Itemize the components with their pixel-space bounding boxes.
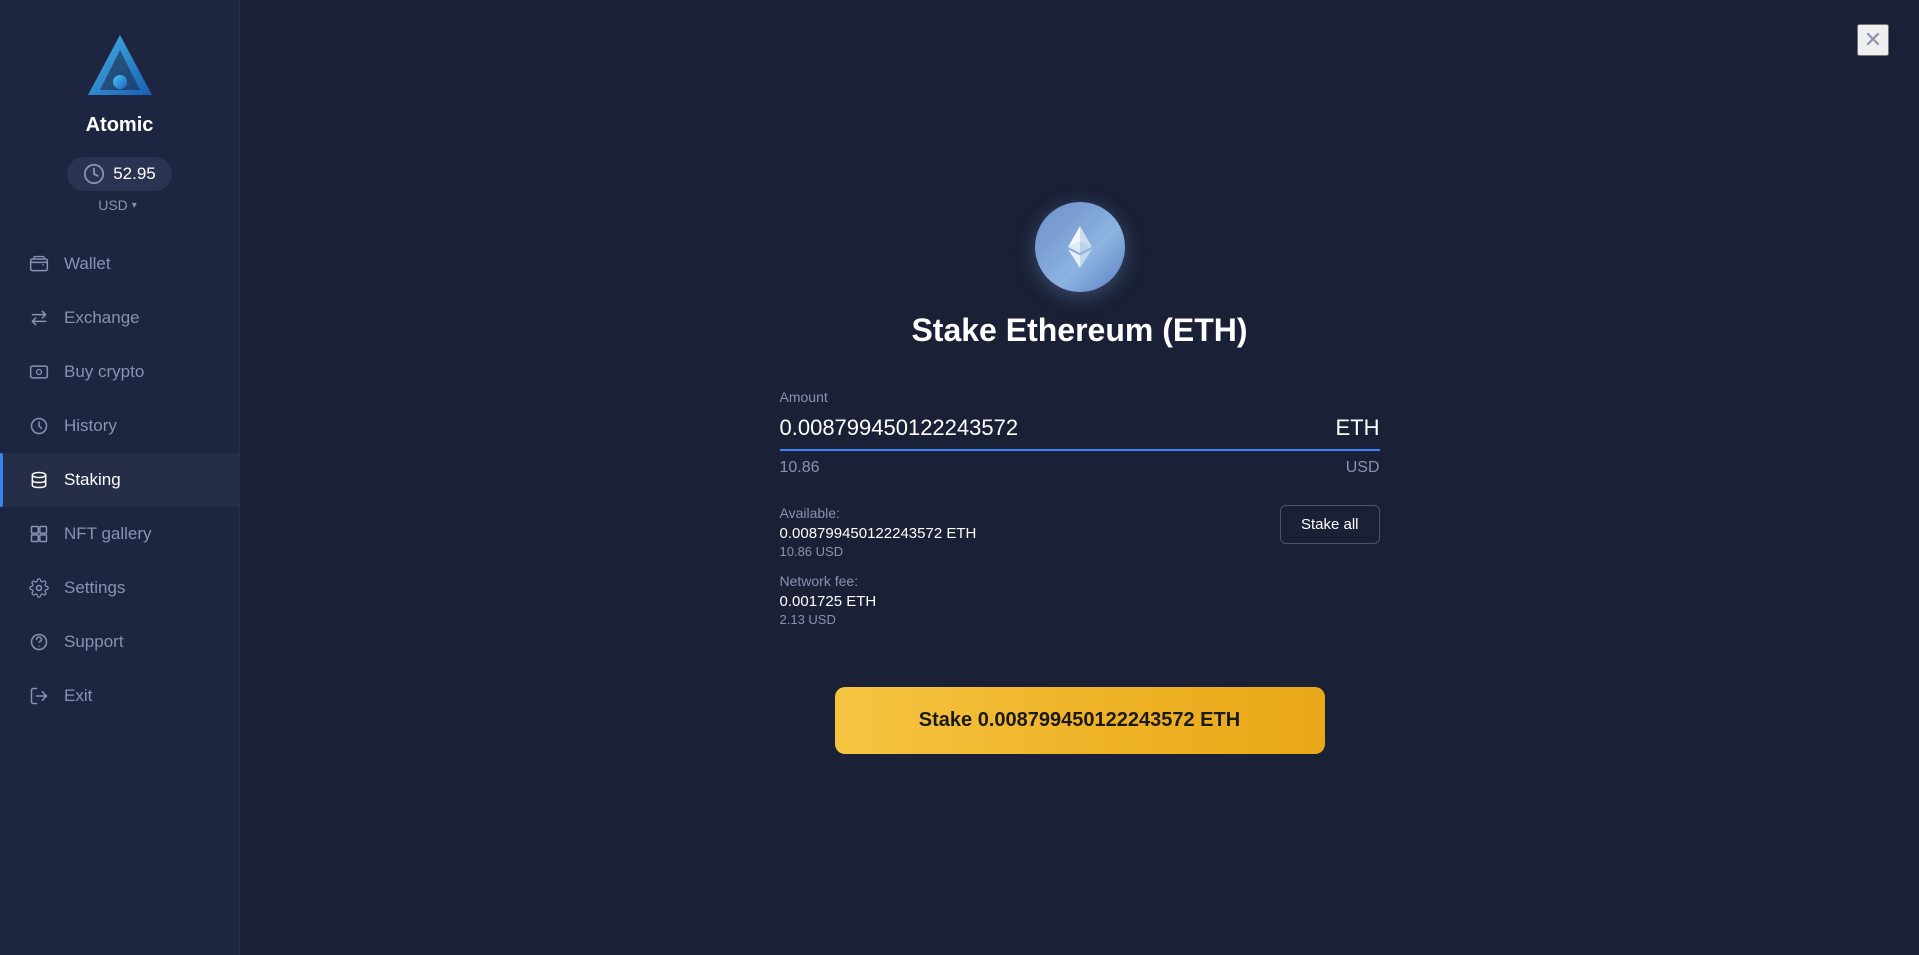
balance-container: 52.95: [67, 157, 172, 191]
network-fee-section: Network fee: 0.001725 ETH 2.13 USD: [780, 573, 1380, 627]
stake-button[interactable]: Stake 0.008799450122243572 ETH: [835, 687, 1325, 754]
buy-crypto-icon: [28, 361, 50, 383]
balance-icon: [83, 163, 105, 185]
stake-title: Stake Ethereum (ETH): [911, 312, 1247, 349]
history-icon: [28, 415, 50, 437]
eth-icon-container: [1035, 202, 1125, 292]
amount-usd-currency: USD: [1346, 459, 1380, 477]
sidebar-item-exchange-label: Exchange: [64, 308, 140, 328]
available-label: Available:: [780, 505, 977, 521]
balance-amount: 52.95: [113, 164, 156, 184]
settings-icon: [28, 577, 50, 599]
stake-all-button[interactable]: Stake all: [1280, 505, 1380, 544]
amount-usd-value: 10.86: [780, 459, 820, 477]
support-icon: [28, 631, 50, 653]
amount-label: Amount: [780, 389, 1380, 405]
network-fee-usd: 2.13 USD: [780, 612, 1380, 627]
amount-input[interactable]: [780, 415, 1336, 441]
sidebar-item-history[interactable]: History: [0, 399, 239, 453]
network-fee-label: Network fee:: [780, 573, 1380, 589]
exit-icon: [28, 685, 50, 707]
chevron-down-icon: ▾: [132, 200, 137, 211]
sidebar-item-wallet-label: Wallet: [64, 254, 111, 274]
app-name: Atomic: [86, 114, 154, 137]
sidebar-item-staking[interactable]: Staking: [0, 453, 239, 507]
stake-panel: Stake Ethereum (ETH) Amount ETH 10.86 US…: [780, 202, 1380, 754]
close-button[interactable]: ✕: [1857, 24, 1889, 56]
network-fee-eth: 0.001725 ETH: [780, 593, 1380, 610]
sidebar-item-support-label: Support: [64, 632, 124, 652]
available-block: Available: 0.008799450122243572 ETH 10.8…: [780, 505, 977, 559]
amount-section: Amount ETH 10.86 USD: [780, 389, 1380, 477]
sidebar-item-nft-gallery-label: NFT gallery: [64, 524, 152, 544]
amount-currency: ETH: [1336, 415, 1380, 441]
currency-selector[interactable]: USD ▾: [98, 197, 141, 213]
currency-label: USD: [98, 197, 128, 213]
nav-menu: Wallet Exchange Buy crypto: [0, 237, 239, 723]
amount-input-row: ETH: [780, 415, 1380, 451]
app-logo: [80, 30, 160, 110]
sidebar-item-wallet[interactable]: Wallet: [0, 237, 239, 291]
sidebar-item-exit-label: Exit: [64, 686, 92, 706]
nft-gallery-icon: [28, 523, 50, 545]
sidebar: Atomic 52.95 USD ▾ Wallet: [0, 0, 240, 955]
main-content: ✕ Stake Ethereum (ETH) Amount ETH 10.: [240, 0, 1919, 955]
sidebar-item-support[interactable]: Support: [0, 615, 239, 669]
sidebar-item-buy-crypto-label: Buy crypto: [64, 362, 144, 382]
wallet-icon: [28, 253, 50, 275]
staking-icon: [28, 469, 50, 491]
logo-container: Atomic: [80, 30, 160, 137]
sidebar-item-history-label: History: [64, 416, 117, 436]
eth-icon: [1056, 223, 1104, 271]
sidebar-item-settings[interactable]: Settings: [0, 561, 239, 615]
info-section: Available: 0.008799450122243572 ETH 10.8…: [780, 505, 1380, 559]
sidebar-item-exit[interactable]: Exit: [0, 669, 239, 723]
sidebar-item-settings-label: Settings: [64, 578, 125, 598]
sidebar-item-nft-gallery[interactable]: NFT gallery: [0, 507, 239, 561]
amount-usd-row: 10.86 USD: [780, 459, 1380, 477]
exchange-icon: [28, 307, 50, 329]
sidebar-item-staking-label: Staking: [64, 470, 121, 490]
sidebar-item-exchange[interactable]: Exchange: [0, 291, 239, 345]
available-usd: 10.86 USD: [780, 544, 977, 559]
sidebar-item-buy-crypto[interactable]: Buy crypto: [0, 345, 239, 399]
available-eth: 0.008799450122243572 ETH: [780, 525, 977, 542]
